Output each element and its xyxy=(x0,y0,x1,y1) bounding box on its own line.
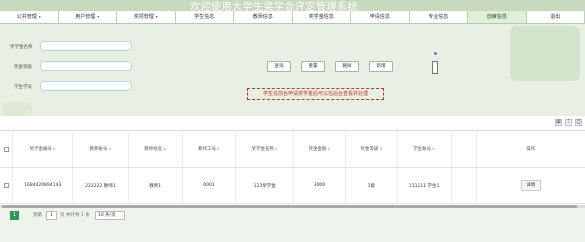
nav-item-review[interactable]: 创审信息 xyxy=(468,11,527,23)
nav-item-users[interactable]: 用户管理 ▾ xyxy=(58,11,117,23)
select-all-cell xyxy=(0,131,14,167)
nav-item-scholarship[interactable]: 奖学金信息 xyxy=(292,11,351,23)
header-teacher-no[interactable]: 教师工号 ⇅ xyxy=(183,131,237,167)
nav-item-public[interactable]: 公共管理 ▾ xyxy=(0,11,59,23)
sort-icon: ⇅ xyxy=(327,147,331,151)
notice-message: 学生在前台申请奖学金后可以在后台查看并处理 xyxy=(247,88,384,100)
add-button[interactable]: 新增 xyxy=(369,61,393,72)
delete-button[interactable]: 删除 xyxy=(335,61,359,72)
search-panel: 奖学金名称 奖金等级 学生学号 查询 重置 删除 新增 学生在前台申请奖学金后可… xyxy=(0,24,585,116)
header-label: 操作 xyxy=(526,147,536,152)
header-label: 教师账号 xyxy=(89,147,108,152)
cell-teacher-no: 0001 xyxy=(183,168,237,203)
header-label: 教师工号 xyxy=(197,147,216,152)
header-label: 学生账号 xyxy=(413,147,432,152)
header-label: 教师姓名 xyxy=(144,147,163,152)
table-toolbar: ▦ ⇩ ⎙ xyxy=(555,119,582,126)
print-icon[interactable]: ⎙ xyxy=(575,119,582,126)
cell-student-account: 111111 学生1 xyxy=(398,168,452,203)
cell-teacher-account: 222222 教师1 xyxy=(73,168,129,203)
row-select-cell xyxy=(0,168,14,203)
nav-label: 学生信息 xyxy=(194,14,215,20)
cell-scholarship-name: 123奖学金 xyxy=(236,168,294,203)
header-teacher-name[interactable]: 教师姓名 ⇅ xyxy=(129,131,183,167)
nav-item-logout[interactable]: 退出 xyxy=(526,11,585,23)
cell-actions: 详情 xyxy=(477,168,585,203)
background-decoration xyxy=(2,102,32,116)
header-teacher-account[interactable]: 教师账号 ⇅ xyxy=(73,131,129,167)
export-icon[interactable]: ⇩ xyxy=(565,119,572,126)
nav-label: 奖学金信息 xyxy=(308,14,334,20)
pagination: 1 到第 1 页 共计共 1 条 10 条/页 xyxy=(0,208,585,242)
page-number-input[interactable]: 1 xyxy=(46,211,57,220)
sort-icon: ⇅ xyxy=(53,147,56,151)
caret-down-icon: ▾ xyxy=(97,14,100,19)
header-scholarship-id[interactable]: 奖学金编号 ⇅ xyxy=(13,131,74,167)
header-label: 奖金等级 xyxy=(360,147,379,152)
page-size-select[interactable]: 10 条/页 xyxy=(95,211,125,220)
student-id-input[interactable] xyxy=(40,81,132,91)
reset-button[interactable]: 重置 xyxy=(301,61,325,72)
grid-icon[interactable]: ▦ xyxy=(555,119,562,126)
goto-label: 到第 xyxy=(33,213,42,218)
page-unit-label: 页 xyxy=(60,213,65,218)
background-decoration xyxy=(510,26,580,81)
table-row: 1684420894143 222222 教师1 教师1 0001 123奖学金… xyxy=(0,168,585,204)
header-amount[interactable]: 奖金金额 ⇅ xyxy=(294,131,346,167)
total-count: 共计共 1 条 xyxy=(66,213,90,218)
cell-extra xyxy=(452,168,477,203)
select-all-checkbox[interactable] xyxy=(3,146,9,152)
nav-label: 用户管理 xyxy=(75,14,96,20)
field-label-award-level: 奖金等级 xyxy=(14,65,32,70)
cell-amount: 3000 xyxy=(294,168,346,203)
table-header-row: 奖学金编号 ⇅ 教师账号 ⇅ 教师姓名 ⇅ 教师工号 ⇅ 奖学金名称 ⇅ 奖金金额 ⇅ 奖金… xyxy=(0,130,585,168)
nav-item-applications[interactable]: 申请信息 xyxy=(351,11,410,23)
header-level[interactable]: 奖金等级 ⇅ xyxy=(346,131,398,167)
sort-icon: ⇅ xyxy=(432,147,436,151)
nav-label: 专业信息 xyxy=(428,14,449,20)
nav-label: 申请信息 xyxy=(369,14,390,20)
row-checkbox[interactable] xyxy=(3,183,9,188)
nav-item-majors[interactable]: 专业信息 xyxy=(409,11,468,23)
data-table: 奖学金编号 ⇅ 教师账号 ⇅ 教师姓名 ⇅ 教师工号 ⇅ 奖学金名称 ⇅ 奖金金额 ⇅ 奖金… xyxy=(0,130,585,204)
indicator-dot xyxy=(434,52,437,55)
cell-scholarship-id: 1684420894143 xyxy=(13,168,74,203)
nav-item-teachers[interactable]: 教师信息 xyxy=(234,11,293,23)
header-actions: 操作 xyxy=(477,131,585,167)
nav-item-awards[interactable]: 奖项管理 ▾ xyxy=(117,11,176,23)
page-size-value: 10 条/页 xyxy=(98,213,116,218)
sort-icon: ⇅ xyxy=(379,147,383,151)
sort-icon: ⇅ xyxy=(108,147,112,151)
sort-icon: ⇅ xyxy=(163,147,167,151)
header-label: 奖学金编号 xyxy=(29,147,53,152)
title-bar: 欢迎使用大学生奖学金评定管理系统 xyxy=(0,0,585,13)
query-button[interactable]: 查询 xyxy=(267,61,291,72)
header-label: 奖金金额 xyxy=(308,147,327,152)
nav-label: 退出 xyxy=(550,14,561,20)
sort-icon: ⇅ xyxy=(216,147,220,151)
current-page-button[interactable]: 1 xyxy=(10,211,19,220)
nav-label: 奖项管理 xyxy=(133,14,154,20)
scholarship-name-input[interactable] xyxy=(40,41,132,51)
data-table-area: ▦ ⇩ ⎙ 奖学金编号 ⇅ 教师账号 ⇅ 教师姓名 ⇅ 教师工号 ⇅ 奖学金名称 ⇅ 奖金… xyxy=(0,116,585,208)
award-level-input[interactable] xyxy=(40,61,132,71)
sort-icon: ⇅ xyxy=(274,147,278,151)
caret-down-icon: ▾ xyxy=(155,14,158,19)
header-label: 奖学金名称 xyxy=(251,147,274,152)
nav-label: 创审信息 xyxy=(486,14,507,20)
nav-label: 公共管理 xyxy=(16,14,37,20)
header-scholarship-name[interactable]: 奖学金名称 ⇅ xyxy=(236,131,294,167)
caret-down-icon: ▾ xyxy=(38,14,41,19)
detail-button[interactable]: 详情 xyxy=(520,180,541,191)
header-student-account[interactable]: 学生账号 ⇅ xyxy=(398,131,452,167)
field-label-scholarship-name: 奖学金名称 xyxy=(10,45,33,50)
field-label-student-id: 学生学号 xyxy=(14,85,32,90)
main-nav: 公共管理 ▾ 用户管理 ▾ 奖项管理 ▾ 学生信息 教师信息 奖学金信息 申请信息 专… xyxy=(0,11,585,24)
column-toggle-control[interactable] xyxy=(432,61,438,74)
nav-label: 教师信息 xyxy=(252,14,273,20)
nav-item-students[interactable]: 学生信息 xyxy=(175,11,234,23)
cell-teacher-name: 教师1 xyxy=(129,168,183,203)
header-extra xyxy=(452,131,477,167)
cell-level: 1级 xyxy=(346,168,398,203)
